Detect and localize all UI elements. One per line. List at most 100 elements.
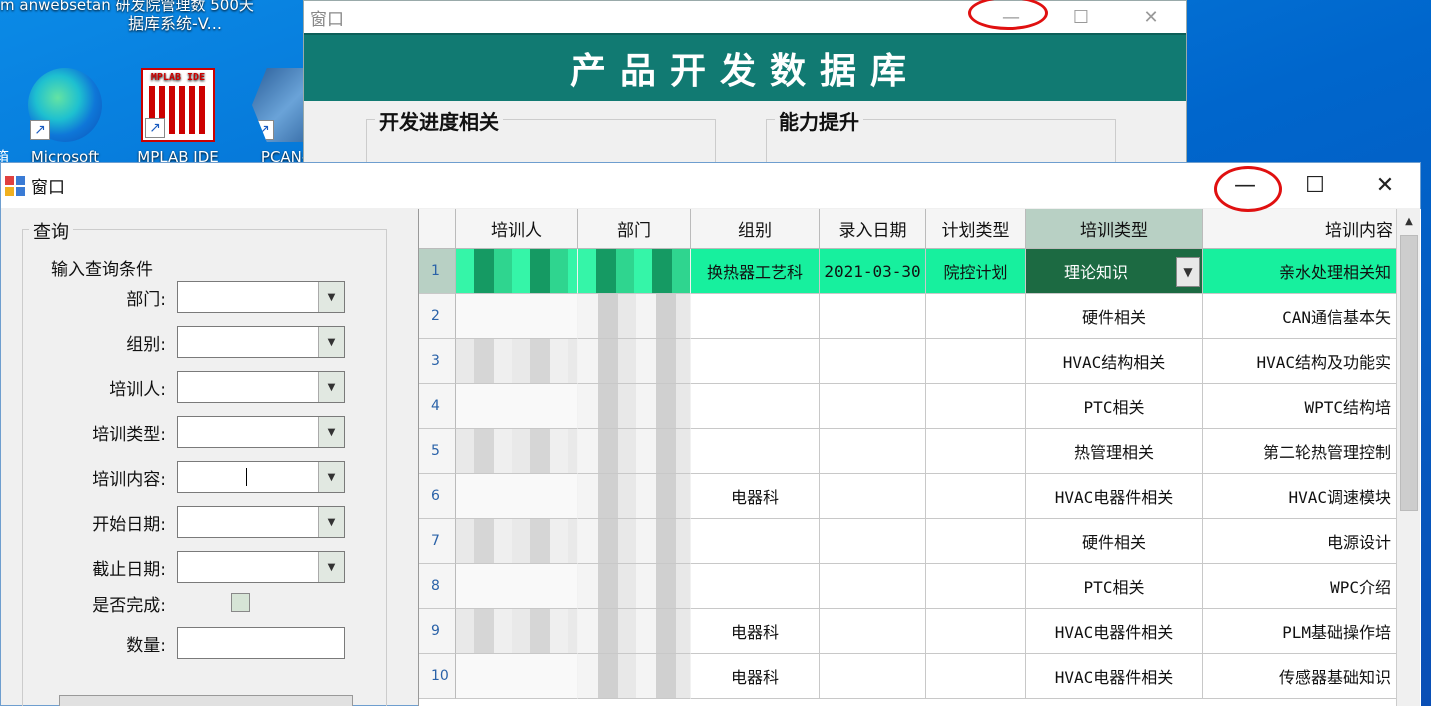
- department-combo[interactable]: ▼: [177, 281, 345, 313]
- scroll-up-icon[interactable]: ▲: [1397, 209, 1421, 233]
- front-minimize-button[interactable]: —: [1210, 163, 1280, 208]
- training-type-cell[interactable]: PTC相关: [1026, 564, 1203, 609]
- table-row[interactable]: 2 硬件相关 CAN通信基本矢: [419, 294, 1398, 339]
- department-cell[interactable]: [578, 474, 691, 519]
- group-cell[interactable]: [691, 294, 820, 339]
- trainer-cell[interactable]: [456, 519, 578, 564]
- group-cell[interactable]: [691, 564, 820, 609]
- group-cell[interactable]: [691, 429, 820, 474]
- training-content-cell[interactable]: 传感器基础知识: [1203, 654, 1398, 699]
- plan-type-cell[interactable]: [926, 384, 1026, 429]
- department-cell[interactable]: [578, 294, 691, 339]
- row-number[interactable]: 6: [419, 474, 456, 519]
- group-cell[interactable]: 电器科: [691, 474, 820, 519]
- entry-date-cell[interactable]: 2021-03-30: [820, 249, 926, 294]
- vertical-scrollbar[interactable]: ▲: [1396, 209, 1420, 706]
- training-type-cell[interactable]: HVAC电器件相关: [1026, 609, 1203, 654]
- table-row[interactable]: 10 电器科 HVAC电器件相关 传感器基础知识: [419, 654, 1398, 699]
- data-grid[interactable]: 培训人 部门 组别 录入日期 计划类型 培训类型 培训内容 1 换热器工艺科 2…: [418, 209, 1421, 706]
- trainer-cell[interactable]: [456, 249, 578, 294]
- column-header-entry-date[interactable]: 录入日期: [820, 209, 926, 249]
- trainer-cell[interactable]: [456, 384, 578, 429]
- training-type-cell[interactable]: 硬件相关: [1026, 294, 1203, 339]
- row-number[interactable]: 9: [419, 609, 456, 654]
- training-content-cell[interactable]: CAN通信基本矢: [1203, 294, 1398, 339]
- plan-type-cell[interactable]: [926, 519, 1026, 564]
- front-maximize-button[interactable]: ☐: [1280, 163, 1350, 208]
- training-type-combo[interactable]: ▼: [177, 416, 345, 448]
- table-row[interactable]: 8 PTC相关 WPC介绍: [419, 564, 1398, 609]
- row-number[interactable]: 4: [419, 384, 456, 429]
- department-cell[interactable]: [578, 339, 691, 384]
- entry-date-cell[interactable]: [820, 519, 926, 564]
- chevron-down-icon[interactable]: ▼: [318, 327, 344, 357]
- table-row[interactable]: 5 热管理相关 第二轮热管理控制: [419, 429, 1398, 474]
- back-window[interactable]: 窗口 — ☐ ✕ 产品开发数据库 开发进度相关 能力提升: [303, 0, 1187, 179]
- back-maximize-button[interactable]: ☐: [1046, 1, 1116, 33]
- training-content-cell[interactable]: PLM基础操作培: [1203, 609, 1398, 654]
- entry-date-cell[interactable]: [820, 339, 926, 384]
- column-header-plan-type[interactable]: 计划类型: [926, 209, 1026, 249]
- plan-type-cell[interactable]: [926, 339, 1026, 384]
- training-content-cell[interactable]: HVAC调速模块: [1203, 474, 1398, 519]
- table-row[interactable]: 9 电器科 HVAC电器件相关 PLM基础操作培: [419, 609, 1398, 654]
- training-content-cell[interactable]: 第二轮热管理控制: [1203, 429, 1398, 474]
- department-cell[interactable]: [578, 564, 691, 609]
- trainer-cell[interactable]: [456, 654, 578, 699]
- row-number[interactable]: 8: [419, 564, 456, 609]
- chevron-down-icon[interactable]: ▼: [318, 462, 344, 492]
- table-row[interactable]: 4 PTC相关 WPTC结构培: [419, 384, 1398, 429]
- front-close-button[interactable]: ✕: [1350, 163, 1420, 208]
- plan-type-cell[interactable]: [926, 609, 1026, 654]
- column-header-group[interactable]: 组别: [691, 209, 820, 249]
- entry-date-cell[interactable]: [820, 294, 926, 339]
- training-content-cell[interactable]: WPTC结构培: [1203, 384, 1398, 429]
- department-cell[interactable]: [578, 519, 691, 564]
- table-row[interactable]: 3 HVAC结构相关 HVAC结构及功能实: [419, 339, 1398, 384]
- completed-checkbox[interactable]: [231, 593, 250, 612]
- group-cell[interactable]: 电器科: [691, 654, 820, 699]
- column-header-training-content[interactable]: 培训内容: [1203, 209, 1398, 249]
- group-combo[interactable]: ▼: [177, 326, 345, 358]
- entry-date-cell[interactable]: [820, 384, 926, 429]
- quantity-input[interactable]: [177, 627, 345, 659]
- desktop-icon-mplab[interactable]: MPLAB IDE ↗ MPLAB IDE: [133, 68, 223, 166]
- plan-type-cell[interactable]: [926, 654, 1026, 699]
- department-cell[interactable]: [578, 654, 691, 699]
- department-cell[interactable]: [578, 384, 691, 429]
- table-row[interactable]: 1 换热器工艺科 2021-03-30 院控计划 理论知识 ▼ 亲水处理相关知: [419, 249, 1398, 294]
- entry-date-cell[interactable]: [820, 429, 926, 474]
- column-header-training-type[interactable]: 培训类型: [1026, 209, 1203, 249]
- plan-type-cell[interactable]: [926, 429, 1026, 474]
- row-number[interactable]: 3: [419, 339, 456, 384]
- back-window-titlebar[interactable]: 窗口 — ☐ ✕: [304, 1, 1186, 33]
- training-type-combo-cell[interactable]: 理论知识 ▼: [1026, 249, 1203, 294]
- plan-type-cell[interactable]: [926, 474, 1026, 519]
- group-cell[interactable]: [691, 339, 820, 384]
- department-cell[interactable]: [578, 249, 691, 294]
- training-type-cell[interactable]: 热管理相关: [1026, 429, 1203, 474]
- chevron-down-icon[interactable]: ▼: [318, 282, 344, 312]
- row-number[interactable]: 5: [419, 429, 456, 474]
- entry-date-cell[interactable]: [820, 609, 926, 654]
- entry-date-cell[interactable]: [820, 564, 926, 609]
- chevron-down-icon[interactable]: ▼: [318, 417, 344, 447]
- training-content-cell[interactable]: HVAC结构及功能实: [1203, 339, 1398, 384]
- trainer-cell[interactable]: [456, 339, 578, 384]
- trainer-cell[interactable]: [456, 474, 578, 519]
- row-number[interactable]: 10: [419, 654, 456, 699]
- column-header-trainer[interactable]: 培训人: [456, 209, 578, 249]
- back-close-button[interactable]: ✕: [1116, 1, 1186, 33]
- plan-type-cell[interactable]: [926, 564, 1026, 609]
- entry-date-cell[interactable]: [820, 474, 926, 519]
- scroll-thumb[interactable]: [1400, 235, 1418, 511]
- column-header-department[interactable]: 部门: [578, 209, 691, 249]
- training-type-cell[interactable]: PTC相关: [1026, 384, 1203, 429]
- chevron-down-icon[interactable]: ▼: [318, 507, 344, 537]
- trainer-combo[interactable]: ▼: [177, 371, 345, 403]
- front-window-titlebar[interactable]: 窗口 — ☐ ✕: [1, 163, 1420, 208]
- training-type-cell[interactable]: HVAC电器件相关: [1026, 654, 1203, 699]
- trainer-cell[interactable]: [456, 294, 578, 339]
- row-number[interactable]: 2: [419, 294, 456, 339]
- desktop-icon-edge[interactable]: ↗ Microsoft: [20, 68, 110, 166]
